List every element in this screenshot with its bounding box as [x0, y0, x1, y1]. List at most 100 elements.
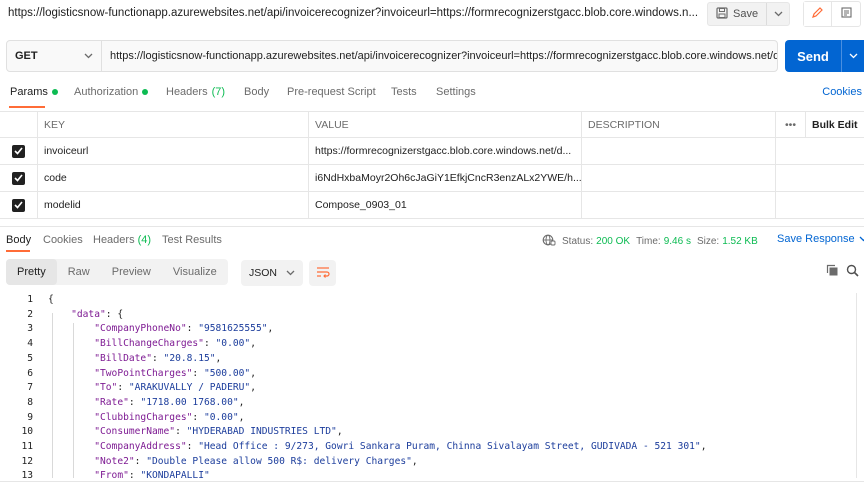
json-key: "ClubbingCharges" — [94, 411, 193, 423]
copy-button[interactable] — [826, 264, 839, 280]
params-table: KEY VALUE DESCRIPTION ••• Bulk Edit invo… — [0, 111, 864, 226]
send-button[interactable]: Send — [785, 49, 841, 64]
param-key-field[interactable]: modelid — [38, 192, 309, 218]
title-bar: https://logisticsnow-functionapp.azurewe… — [0, 0, 864, 30]
pencil-icon — [811, 6, 824, 22]
table-row: invoiceurl https://formrecognizerstgacc.… — [0, 138, 864, 165]
format-tab-preview[interactable]: Preview — [101, 259, 162, 285]
json-punctuation: , — [215, 352, 222, 364]
tab-authorization[interactable]: Authorization — [74, 86, 149, 98]
json-punctuation: , — [238, 411, 245, 423]
tab-authorization-label: Authorization — [74, 86, 139, 98]
json-punctuation: , — [250, 338, 256, 350]
line-number: 11 — [21, 441, 33, 452]
row-checkbox[interactable] — [0, 165, 38, 191]
row-checkbox[interactable] — [0, 138, 38, 164]
json-punctuation: : — [186, 441, 199, 452]
param-description-field[interactable] — [582, 138, 776, 164]
method-select[interactable]: GET — [6, 40, 102, 72]
wrap-lines-button[interactable] — [309, 260, 336, 286]
row-checkbox[interactable] — [0, 192, 38, 218]
save-response-label: Save Response — [777, 233, 855, 245]
json-key: "CompanyPhoneNo" — [94, 323, 187, 335]
save-options-button[interactable] — [767, 3, 789, 25]
code-text: "Note2": "Double Please allow 500 R$: de… — [48, 455, 418, 470]
format-tab-pretty[interactable]: Pretty — [6, 259, 57, 285]
json-string: "Double Please allow 500 R$: delivery Ch… — [146, 455, 412, 467]
json-punctuation: : — [151, 352, 164, 364]
code-line: 7 "To": "ARAKUVALLY / PADERU", — [0, 381, 856, 396]
json-punctuation: : — [134, 455, 147, 467]
tab-tests[interactable]: Tests — [391, 86, 417, 98]
chevron-down-icon — [774, 8, 783, 20]
json-punctuation — [48, 353, 94, 364]
code-line: 10 "ConsumerName": "HYDERABAD INDUSTRIES… — [0, 425, 856, 440]
json-string: "9581625555" — [198, 323, 268, 335]
time-value: 9.46 s — [663, 236, 691, 247]
tab-headers-label: Headers — [166, 86, 208, 98]
json-string: "ARAKUVALLY / PADERU" — [128, 382, 251, 394]
tab-test-results[interactable]: Test Results — [162, 234, 222, 246]
json-key: "ConsumerName" — [94, 426, 176, 438]
tab-response-cookies[interactable]: Cookies — [43, 234, 83, 246]
json-key: "BillChangeCharges" — [94, 338, 204, 350]
code-text: "ClubbingCharges": "0.00", — [48, 411, 244, 426]
param-description-field[interactable] — [582, 165, 776, 191]
line-number: 1 — [27, 294, 33, 305]
bulk-edit-button[interactable]: Bulk Edit — [806, 112, 864, 137]
documentation-button[interactable] — [832, 2, 860, 26]
json-punctuation — [48, 470, 94, 478]
format-tab-raw[interactable]: Raw — [57, 259, 101, 285]
tab-headers[interactable]: Headers (7) — [166, 86, 225, 98]
vertical-scrollbar[interactable] — [856, 293, 864, 478]
tab-response-body[interactable]: Body — [6, 234, 31, 246]
tab-body[interactable]: Body — [244, 86, 269, 98]
json-punctuation — [48, 368, 94, 379]
param-key-field[interactable]: invoiceurl — [38, 138, 309, 164]
search-button[interactable] — [846, 264, 859, 280]
code-line: 11 "CompanyAddress": "Head Office : 9/27… — [0, 440, 856, 455]
json-punctuation: , — [411, 455, 418, 467]
more-options-button[interactable]: ••• — [776, 112, 806, 137]
format-tab-visualize[interactable]: Visualize — [162, 259, 228, 285]
json-punctuation — [48, 338, 94, 349]
tab-response-headers[interactable]: Headers (4) — [93, 234, 151, 246]
param-description-field[interactable] — [582, 192, 776, 218]
json-punctuation — [48, 309, 71, 320]
param-key-field[interactable]: code — [38, 165, 309, 191]
language-select[interactable]: JSON — [241, 260, 303, 286]
response-body-viewer[interactable]: 1{2 "data": {3 "CompanyPhoneNo": "958162… — [0, 293, 856, 478]
send-button-group: Send — [785, 40, 864, 72]
param-value-field[interactable]: https://formrecognizerstgacc.blob.core.w… — [309, 138, 582, 164]
params-active-dot — [51, 89, 58, 95]
line-number: 9 — [27, 411, 33, 423]
save-response-button[interactable]: Save Response — [777, 233, 864, 245]
tab-prerequest-script[interactable]: Pre-request Script — [287, 86, 376, 98]
json-punctuation: , — [238, 396, 245, 408]
pane-divider[interactable] — [0, 226, 864, 227]
json-punctuation — [48, 441, 94, 452]
column-header-key: KEY — [38, 112, 309, 137]
param-value-field[interactable]: Compose_0903_01 — [309, 192, 582, 218]
view-mode-toggle — [803, 1, 861, 27]
param-value-field[interactable]: i6NdHxbaMoyr2Oh6cJaGiY1EfkjCncR3enzALx2Y… — [309, 165, 582, 191]
code-line: 4 "BillChangeCharges": "0.00", — [0, 337, 856, 352]
send-options-button[interactable] — [841, 40, 864, 72]
horizontal-scrollbar[interactable] — [0, 481, 864, 489]
tab-settings[interactable]: Settings — [436, 86, 476, 98]
json-punctuation: : — [192, 411, 204, 423]
cookies-link[interactable]: Cookies — [822, 86, 862, 98]
tab-params[interactable]: Params — [10, 86, 58, 98]
json-key: "Note2" — [94, 455, 135, 467]
request-url-input[interactable]: https://logisticsnow-functionapp.azurewe… — [101, 40, 778, 72]
json-key: "TwoPointCharges" — [94, 367, 193, 379]
chevron-down-icon — [286, 267, 295, 279]
json-punctuation: : — [128, 470, 141, 478]
row-spacer — [776, 165, 806, 191]
edit-mode-button[interactable] — [804, 2, 832, 26]
json-punctuation: : — [175, 426, 187, 438]
save-button[interactable]: Save — [708, 3, 768, 25]
code-text: "From": "KONDAPALLI" — [48, 469, 210, 478]
line-number: 4 — [27, 338, 33, 350]
tab-headers-count: (7) — [211, 86, 226, 98]
